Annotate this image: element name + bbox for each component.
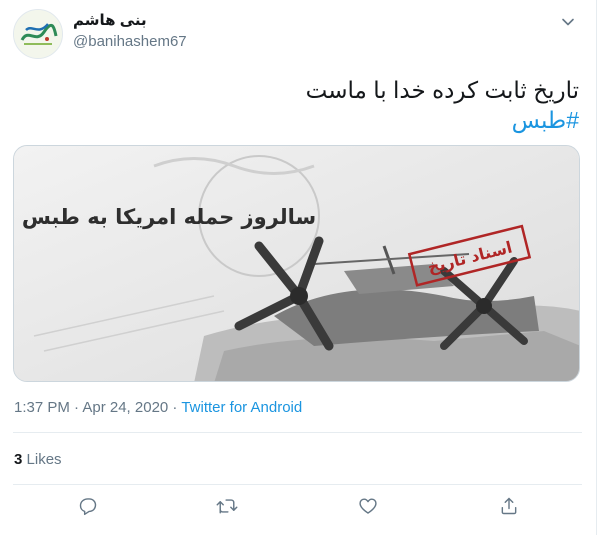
- more-options-button[interactable]: [558, 12, 578, 32]
- tweet-image[interactable]: سالروز حمله امریکا به طبس اسناد تاریخ: [13, 145, 580, 382]
- tweet-body: تاریخ ثابت کرده خدا با ماست: [305, 77, 579, 103]
- image-headline: سالروز حمله امریکا به طبس: [22, 205, 316, 229]
- divider: [13, 484, 582, 485]
- avatar[interactable]: [13, 9, 63, 59]
- like-button[interactable]: [355, 493, 381, 519]
- tweet-actions: [0, 489, 597, 523]
- share-button[interactable]: [496, 493, 522, 519]
- retweet-icon: [216, 499, 238, 514]
- tweet-card: بنی هاشم @banihashem67 تاریخ ثابت کرده خ…: [0, 0, 597, 535]
- display-name[interactable]: بنی هاشم: [73, 11, 147, 29]
- tabas-anniversary-image: سالروز حمله امریکا به طبس اسناد تاریخ: [14, 146, 579, 381]
- likes-label: Likes: [26, 451, 62, 468]
- share-icon: [501, 497, 517, 515]
- tweet-text: تاریخ ثابت کرده خدا با ماست #طبس: [19, 75, 579, 135]
- heart-icon: [359, 498, 377, 514]
- retweet-button[interactable]: [214, 493, 240, 519]
- chevron-down-icon: [562, 18, 574, 26]
- tweet-timestamp[interactable]: 1:37 PM · Apr 24, 2020 ·: [14, 399, 181, 416]
- tweet-source-link[interactable]: Twitter for Android: [181, 399, 302, 416]
- hashtag-link[interactable]: #طبس: [512, 107, 579, 133]
- calligraphy-logo-icon: [14, 10, 62, 58]
- divider: [13, 432, 582, 433]
- reply-button[interactable]: [75, 493, 101, 519]
- likes-count[interactable]: 3 Likes: [14, 451, 62, 468]
- tweet-meta: 1:37 PM · Apr 24, 2020 · Twitter for And…: [14, 399, 302, 416]
- likes-number: 3: [14, 451, 23, 468]
- user-handle[interactable]: @banihashem67: [73, 33, 187, 50]
- reply-icon: [79, 498, 97, 516]
